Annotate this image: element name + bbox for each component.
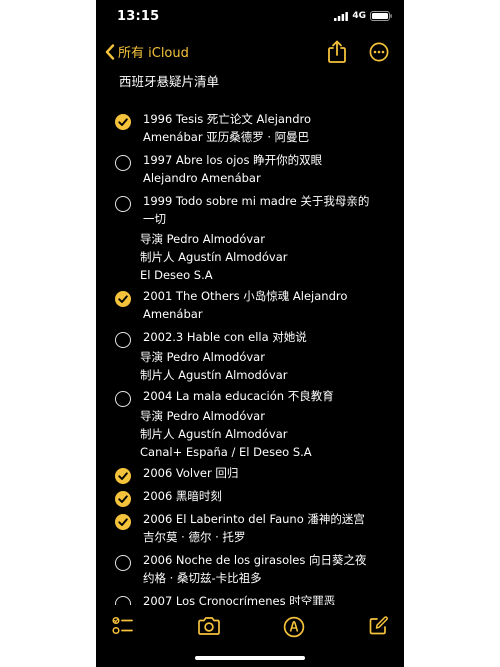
more-options-icon[interactable] bbox=[369, 42, 389, 62]
item-text[interactable]: 一切 bbox=[143, 210, 390, 228]
checklist-item: 2007 Los Cronocrímenes 时空罪恶 bbox=[96, 592, 404, 605]
status-time: 13:15 bbox=[117, 9, 160, 24]
unchecked-checkbox[interactable] bbox=[115, 196, 131, 212]
note-line[interactable]: 导演 Pedro Almodóvar bbox=[140, 348, 404, 366]
status-bar: 13:15 4G bbox=[96, 0, 404, 36]
item-text[interactable]: Amenábar bbox=[143, 305, 390, 323]
item-text[interactable]: 2006 黑暗时刻 bbox=[143, 487, 390, 505]
item-text[interactable]: 2007 Los Cronocrímenes 时空罪恶 bbox=[143, 592, 390, 605]
checklist-item: 2004 La mala educación 不良教育 bbox=[96, 387, 404, 407]
checklist-item: 1999 Todo sobre mi madre 关于我母亲的 一切 bbox=[96, 192, 404, 228]
notes-app-screen: 13:15 4G 所有 iCloud 西班牙悬疑片清单 1996 Tesis 死… bbox=[96, 0, 404, 667]
status-indicators: 4G bbox=[334, 11, 392, 21]
checkmark-icon bbox=[118, 118, 128, 126]
back-to-icloud-button[interactable]: 所有 iCloud bbox=[105, 42, 189, 61]
unchecked-checkbox[interactable] bbox=[115, 155, 131, 171]
checklist-item: 2006 Volver 回归 bbox=[96, 464, 404, 484]
navigation-bar: 所有 iCloud bbox=[96, 36, 404, 68]
checklist-item: 2006 黑暗时刻 bbox=[96, 487, 404, 507]
checkmark-icon bbox=[118, 472, 128, 480]
item-text[interactable]: 2002.3 Hable con ella 对她说 bbox=[143, 328, 390, 346]
checked-checkbox[interactable] bbox=[115, 491, 131, 507]
item-text[interactable]: Amenábar 亚历桑德罗 · 阿曼巴 bbox=[143, 128, 390, 146]
item-text[interactable]: 1999 Todo sobre mi madre 关于我母亲的 bbox=[143, 192, 390, 210]
checklist-item: 1997 Abre los ojos 睁开你的双眼 Alejandro Amen… bbox=[96, 151, 404, 187]
checked-checkbox[interactable] bbox=[115, 514, 131, 530]
bottom-toolbar bbox=[96, 606, 404, 646]
compose-icon[interactable] bbox=[368, 616, 390, 636]
item-text[interactable]: 2006 Noche de los girasoles 向日葵之夜 bbox=[143, 551, 390, 569]
item-text[interactable]: Alejandro Amenábar bbox=[143, 169, 390, 187]
item-text[interactable]: 2004 La mala educación 不良教育 bbox=[143, 387, 390, 405]
unchecked-checkbox[interactable] bbox=[115, 391, 131, 407]
note-line[interactable]: 制片人 Agustín Almodóvar bbox=[140, 366, 404, 384]
checklist-item: 1996 Tesis 死亡论文 Alejandro Amenábar 亚历桑德罗… bbox=[96, 110, 404, 146]
item-notes: 导演 Pedro Almodóvar 制片人 Agustín Almodóvar… bbox=[96, 407, 404, 461]
note-line[interactable]: 制片人 Agustín Almodóvar bbox=[140, 425, 404, 443]
item-text[interactable]: 2006 El Laberinto del Fauno 潘神的迷宫 bbox=[143, 510, 390, 528]
back-button-label: 所有 iCloud bbox=[118, 46, 189, 61]
checklist: 1996 Tesis 死亡论文 Alejandro Amenábar 亚历桑德罗… bbox=[96, 110, 404, 605]
battery-icon bbox=[370, 11, 392, 21]
checked-checkbox[interactable] bbox=[115, 468, 131, 484]
checklist-icon[interactable] bbox=[112, 616, 134, 636]
item-text[interactable]: 吉尔莫 · 德尔 · 托罗 bbox=[143, 528, 390, 546]
item-text[interactable]: 1996 Tesis 死亡论文 Alejandro bbox=[143, 110, 390, 128]
checkmark-icon bbox=[118, 495, 128, 503]
checked-checkbox[interactable] bbox=[115, 291, 131, 307]
item-text[interactable]: 2001 The Others 小岛惊魂 Alejandro bbox=[143, 287, 390, 305]
markup-pen-icon[interactable] bbox=[283, 616, 305, 638]
item-text[interactable]: 约格 · 桑切兹-卡比祖多 bbox=[143, 569, 390, 587]
note-line[interactable]: 导演 Pedro Almodóvar bbox=[140, 230, 404, 248]
item-notes: 导演 Pedro Almodóvar 制片人 Agustín Almodóvar bbox=[96, 348, 404, 384]
checked-checkbox[interactable] bbox=[115, 114, 131, 130]
unchecked-checkbox[interactable] bbox=[115, 332, 131, 348]
checkmark-icon bbox=[118, 295, 128, 303]
checklist-item: 2002.3 Hable con ella 对她说 bbox=[96, 328, 404, 348]
share-icon[interactable] bbox=[326, 40, 348, 64]
unchecked-checkbox[interactable] bbox=[115, 555, 131, 571]
note-line[interactable]: Canal+ España / El Deseo S.A bbox=[140, 443, 404, 461]
checklist-item: 2001 The Others 小岛惊魂 Alejandro Amenábar bbox=[96, 287, 404, 323]
camera-icon[interactable] bbox=[197, 616, 221, 636]
network-type-label: 4G bbox=[352, 11, 366, 21]
home-indicator[interactable] bbox=[195, 656, 305, 660]
checklist-item: 2006 El Laberinto del Fauno 潘神的迷宫 吉尔莫 · … bbox=[96, 510, 404, 546]
unchecked-checkbox[interactable] bbox=[115, 596, 131, 605]
chevron-left-icon bbox=[105, 43, 115, 60]
item-text[interactable]: 2006 Volver 回归 bbox=[143, 464, 390, 482]
note-line[interactable]: 制片人 Agustín Almodóvar bbox=[140, 248, 404, 266]
note-line[interactable]: 导演 Pedro Almodóvar bbox=[140, 407, 404, 425]
note-title[interactable]: 西班牙悬疑片清单 bbox=[119, 71, 219, 90]
note-line[interactable]: El Deseo S.A bbox=[140, 266, 404, 284]
cellular-signal-icon bbox=[334, 11, 349, 21]
checklist-item: 2006 Noche de los girasoles 向日葵之夜 约格 · 桑… bbox=[96, 551, 404, 587]
item-text[interactable]: 1997 Abre los ojos 睁开你的双眼 bbox=[143, 151, 390, 169]
item-notes: 导演 Pedro Almodóvar 制片人 Agustín Almodóvar… bbox=[96, 230, 404, 284]
checkmark-icon bbox=[118, 518, 128, 526]
